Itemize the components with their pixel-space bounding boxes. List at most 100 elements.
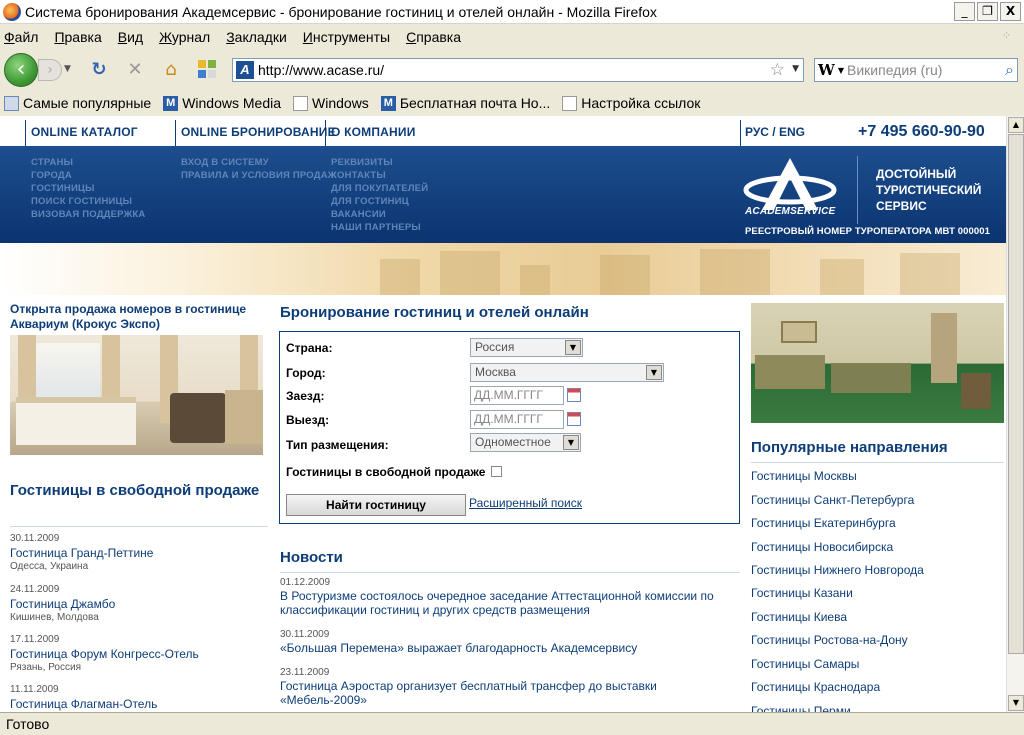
hotel-link[interactable]: Гостиница Флагман-Отель (10, 697, 270, 711)
promo-room-image[interactable] (10, 335, 263, 455)
nav-online-booking[interactable]: ONLINE БРОНИРОВАНИЕ (181, 125, 336, 139)
hotel-link[interactable]: Гостиница Джамбо (10, 597, 270, 611)
country-select[interactable]: Россия ▼ (470, 338, 583, 357)
restore-button[interactable]: ❐ (977, 2, 998, 21)
bookmark-label: Бесплатная почта Но... (399, 95, 551, 111)
submenu-countries[interactable]: СТРАНЫ (31, 156, 145, 169)
submenu-visa-support[interactable]: ВИЗОВАЯ ПОДДЕРЖКА (31, 208, 145, 221)
advanced-search-link[interactable]: Расширенный поиск (469, 496, 582, 510)
checkin-label: Заезд: (286, 389, 325, 403)
menu-tools[interactable]: Инструменты (303, 29, 390, 45)
submenu-for-buyers[interactable]: ДЛЯ ПОКУПАТЕЛЕЙ (331, 182, 428, 195)
back-button[interactable]: ‹ (4, 53, 38, 87)
site-favicon-icon: A (236, 61, 254, 79)
vertical-scrollbar[interactable]: ▲ ▼ (1006, 116, 1024, 712)
destination-link[interactable]: Гостиницы Перми (751, 704, 851, 712)
hotel-room-image[interactable] (751, 303, 1004, 423)
search-placeholder[interactable]: Википедия (ru) (847, 62, 942, 78)
submenu-for-hotels[interactable]: ДЛЯ ГОСТИНИЦ (331, 195, 428, 208)
url-text[interactable]: http://www.acase.ru/ (258, 62, 384, 78)
firefox-icon (3, 2, 21, 21)
calendar-icon[interactable] (567, 388, 581, 402)
minimize-button[interactable]: _ (954, 2, 975, 21)
bookmark-customize-links[interactable]: Настройка ссылок (562, 95, 700, 111)
destination-link[interactable]: Гостиницы Ростова-на-Дону (751, 633, 908, 647)
submenu-partners[interactable]: НАШИ ПАРТНЕРЫ (331, 221, 428, 234)
promo-link[interactable]: Открыта продажа номеров в гостинице Аква… (10, 302, 268, 332)
find-hotel-button[interactable]: Найти гостиницу (286, 494, 466, 516)
engine-dropdown-icon[interactable]: ▼ (838, 66, 844, 75)
free-sale-checkbox[interactable] (491, 466, 502, 477)
url-dropdown-icon[interactable]: ▼ (792, 64, 799, 74)
news-link[interactable]: Гостиница Аэростар организует бесплатный… (280, 679, 742, 707)
news-link[interactable]: В Ростуризме состоялось очередное заседа… (280, 589, 742, 617)
bookmark-label: Windows (312, 95, 369, 111)
submenu-hotels[interactable]: ГОСТИНИЦЫ (31, 182, 145, 195)
bookmark-windows[interactable]: Windows (293, 95, 369, 111)
list-item: 11.11.2009 Гостиница Флагман-Отель (10, 684, 270, 712)
registry-number: РЕЕСТРОВЫЙ НОМЕР ТУРОПЕРАТОРА МВТ 000001 (745, 226, 991, 237)
news-link[interactable]: «Большая Перемена» выражает благодарност… (280, 641, 742, 655)
hotel-link[interactable]: Гостиница Форум Конгресс-Отель (10, 647, 270, 661)
home-icon[interactable]: ⌂ (160, 59, 182, 81)
menu-file[interactable]: Файл (4, 29, 38, 45)
phone-number: +7 495 660-90-90 (858, 123, 985, 140)
list-item: 24.11.2009 Гостиница Джамбо Кишинев, Мол… (10, 584, 270, 623)
submenu-contacts[interactable]: КОНТАКТЫ (331, 169, 428, 182)
destination-link[interactable]: Гостиницы Казани (751, 586, 853, 600)
hotel-city: Кишинев, Молдова (10, 612, 99, 623)
address-bar[interactable]: A http://www.acase.ru/ ☆ ▼ (232, 58, 804, 82)
search-box[interactable]: W ▼ Википедия (ru) ⌕ (814, 58, 1018, 82)
chevron-down-icon[interactable]: ▼ (646, 365, 662, 380)
search-icon[interactable]: ⌕ (1005, 60, 1014, 80)
destination-link[interactable]: Гостиницы Киева (751, 610, 847, 624)
history-dropdown-icon[interactable]: ▼ (64, 64, 71, 74)
bookmark-windows-media[interactable]: M Windows Media (163, 95, 281, 111)
chevron-down-icon[interactable]: ▼ (565, 340, 581, 355)
submenu-terms[interactable]: ПРАВИЛА И УСЛОВИЯ ПРОДАЖ (181, 169, 337, 182)
scrollbar-thumb[interactable] (1008, 134, 1024, 654)
bookmark-free-mail[interactable]: M Бесплатная почта Но... (380, 95, 551, 111)
menu-bookmarks[interactable]: Закладки (226, 29, 287, 45)
calendar-icon[interactable] (567, 412, 581, 426)
msn-icon: M (380, 95, 396, 111)
checkin-date-field[interactable]: ДД.ММ.ГГГГ (470, 386, 564, 405)
close-button[interactable]: X (1000, 2, 1021, 21)
destination-link[interactable]: Гостиницы Москвы (751, 469, 857, 483)
menu-view[interactable]: Вид (118, 29, 143, 45)
bookmark-most-visited[interactable]: Самые популярные (4, 95, 151, 111)
submenu-requisites[interactable]: РЕКВИЗИТЫ (331, 156, 428, 169)
site-header: СТРАНЫ ГОРОДА ГОСТИНИЦЫ ПОИСК ГОСТИНИЦЫ … (0, 146, 1006, 243)
nav-about-company[interactable]: О КОМПАНИИ (331, 125, 416, 139)
item-date: 30.11.2009 (10, 533, 60, 544)
room-type-select[interactable]: Одноместное ▼ (470, 433, 581, 452)
submenu-hotel-search[interactable]: ПОИСК ГОСТИНИЦЫ (31, 195, 145, 208)
checkout-date-field[interactable]: ДД.ММ.ГГГГ (470, 410, 564, 429)
reload-icon[interactable]: ↻ (88, 59, 110, 81)
forward-button[interactable]: › (38, 59, 62, 81)
submenu-vacancies[interactable]: ВАКАНСИИ (331, 208, 428, 221)
menu-history[interactable]: Журнал (159, 29, 210, 45)
menu-help[interactable]: Справка (406, 29, 461, 45)
bookmark-label: Самые популярные (23, 95, 152, 111)
hotel-link[interactable]: Гостиница Гранд-Петтине (10, 546, 270, 560)
language-switch[interactable]: РУС / ENG (745, 125, 805, 139)
scroll-up-icon[interactable]: ▲ (1008, 117, 1024, 133)
scroll-down-icon[interactable]: ▼ (1008, 695, 1024, 711)
wikipedia-icon[interactable]: W (818, 61, 835, 79)
city-select[interactable]: Москва ▼ (470, 363, 664, 382)
destination-link[interactable]: Гостиницы Новосибирска (751, 540, 893, 554)
bookmark-star-icon[interactable]: ☆ (770, 60, 785, 80)
destination-link[interactable]: Гостиницы Нижнего Новгорода (751, 563, 924, 577)
destination-link[interactable]: Гостиницы Самары (751, 657, 859, 671)
submenu-login[interactable]: ВХОД В СИСТЕМУ (181, 156, 337, 169)
extensions-icon[interactable] (196, 59, 218, 81)
chevron-down-icon[interactable]: ▼ (563, 435, 579, 450)
destination-link[interactable]: Гостиницы Санкт-Петербурга (751, 493, 914, 507)
stop-icon[interactable]: ✕ (124, 59, 146, 81)
submenu-cities[interactable]: ГОРОДА (31, 169, 145, 182)
menu-edit[interactable]: Правка (54, 29, 101, 45)
destination-link[interactable]: Гостиницы Екатеринбурга (751, 516, 896, 530)
nav-online-catalog[interactable]: ONLINE КАТАЛОГ (31, 125, 138, 139)
destination-link[interactable]: Гостиницы Краснодара (751, 680, 880, 694)
